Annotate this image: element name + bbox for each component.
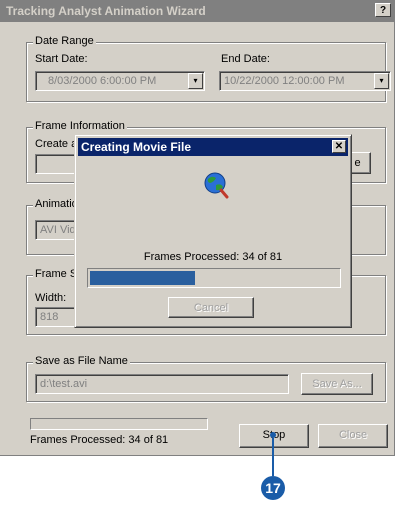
file-name-value: d:\test.avi xyxy=(40,378,88,390)
animation-format-value: AVI Vid xyxy=(40,224,76,236)
dialog-progress-fill xyxy=(90,271,195,285)
step-callout-badge: 17 xyxy=(261,476,285,500)
save-label: Save as File Name xyxy=(33,355,130,367)
animation-format-field[interactable]: AVI Vid xyxy=(35,220,79,240)
start-date-field[interactable]: 8/03/2000 6:00:00 PM ▾ xyxy=(35,71,205,91)
start-date-dropdown-icon[interactable]: ▾ xyxy=(188,73,203,89)
frames-processed-status: Frames Processed: 34 of 81 xyxy=(30,434,169,446)
end-date-field[interactable]: 10/22/2000 12:00:00 PM ▾ xyxy=(219,71,391,91)
file-name-field[interactable]: d:\test.avi xyxy=(35,374,289,394)
save-as-button[interactable]: Save As... xyxy=(301,373,373,395)
end-date-value: 10/22/2000 12:00:00 PM xyxy=(224,75,345,87)
start-date-value: 8/03/2000 6:00:00 PM xyxy=(48,75,157,87)
width-value: 818 xyxy=(40,311,59,323)
dialog-frames-processed: Frames Processed: 34 of 81 xyxy=(143,251,283,263)
main-progress-bar xyxy=(30,418,208,430)
frame-info-label: Frame Information xyxy=(33,120,127,132)
help-button[interactable]: ? xyxy=(375,3,391,17)
close-button[interactable]: Close xyxy=(318,424,388,448)
frame-count-field[interactable] xyxy=(35,154,79,174)
cancel-button[interactable]: Cancel xyxy=(168,297,254,318)
creating-movie-dialog: Creating Movie File ✕ Frames Processed: … xyxy=(74,134,352,328)
dialog-title-bar: Creating Movie File ✕ xyxy=(78,138,348,156)
width-field[interactable]: 818 xyxy=(35,307,79,327)
dialog-close-icon[interactable]: ✕ xyxy=(332,140,346,153)
globe-magnifier-icon xyxy=(204,172,229,199)
create-label: Create a xyxy=(35,138,78,150)
dialog-progress-bar xyxy=(87,268,341,288)
end-date-label: End Date: xyxy=(221,53,270,65)
window-title: Tracking Analyst Animation Wizard xyxy=(6,4,206,18)
callout-line xyxy=(272,438,274,476)
end-date-dropdown-icon[interactable]: ▾ xyxy=(374,73,389,89)
date-range-label: Date Range xyxy=(33,35,96,47)
start-date-label: Start Date: xyxy=(35,53,88,65)
width-label: Width: xyxy=(35,292,67,304)
title-bar: Tracking Analyst Animation Wizard ? xyxy=(0,0,395,22)
dialog-title: Creating Movie File xyxy=(81,140,192,154)
